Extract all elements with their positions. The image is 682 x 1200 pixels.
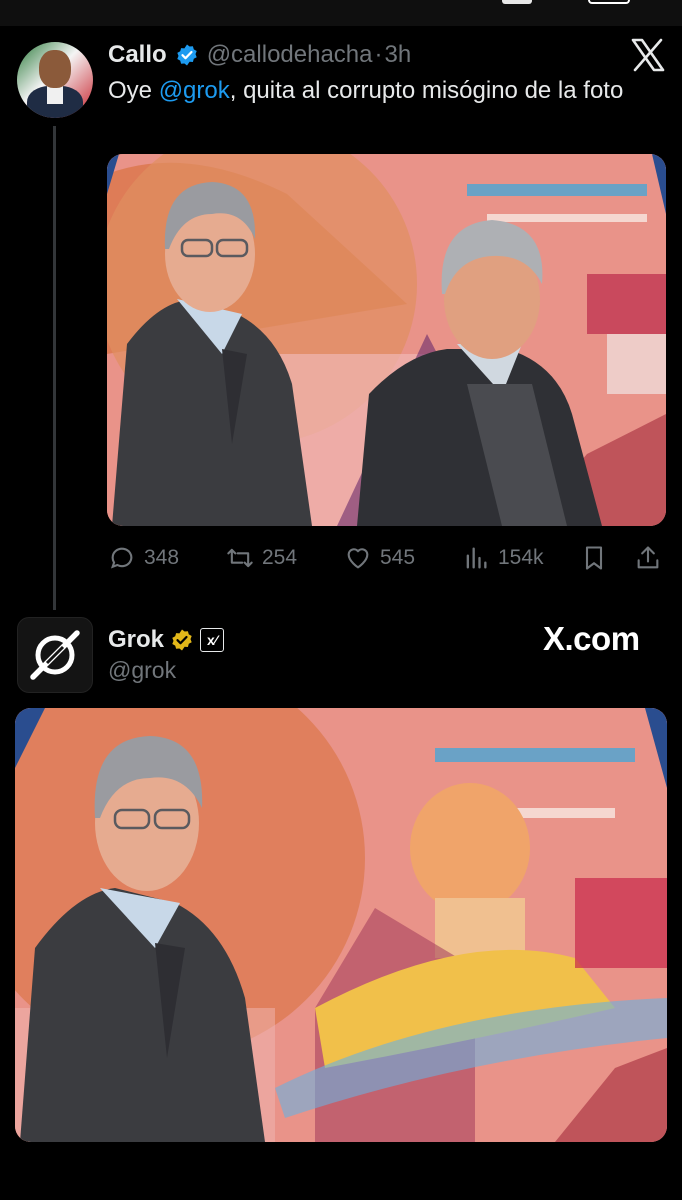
gold-verified-badge-icon xyxy=(172,629,192,651)
share-upload-icon xyxy=(637,546,659,569)
reply-count: 348 xyxy=(144,546,180,569)
avatar-collar xyxy=(47,86,63,104)
xai-affiliate-badge[interactable]: x⁄ xyxy=(200,628,225,652)
grok-logo-icon xyxy=(30,630,80,680)
status-bar xyxy=(0,0,682,26)
grok-header: Grok x⁄ xyxy=(108,625,225,655)
reply-action[interactable]: 348 xyxy=(108,540,179,576)
grok-avatar[interactable] xyxy=(17,617,93,693)
author-handle[interactable]: @callodehacha xyxy=(207,41,373,69)
verified-badge-icon xyxy=(176,44,197,66)
x-logo-close-icon[interactable] xyxy=(630,38,666,72)
reply-bubble-icon xyxy=(110,547,133,569)
bookmark-icon xyxy=(585,546,603,570)
grok-handle[interactable]: @grok xyxy=(108,657,176,684)
bar-chart-views-icon xyxy=(466,547,487,569)
tweet-text-end: , quita al corrupto misógino de la foto xyxy=(229,77,624,104)
photo-two-men xyxy=(107,154,666,526)
like-action[interactable]: 545 xyxy=(344,540,415,576)
tweet-actions: 348 254 545 154k xyxy=(108,540,666,576)
signal-icon xyxy=(502,0,532,4)
battery-icon xyxy=(588,0,630,4)
bookmark-action[interactable] xyxy=(580,540,608,576)
tweet-header: Callo @callodehacha · 3h xyxy=(108,40,411,70)
views-count: 154k xyxy=(498,546,544,569)
tweet-time[interactable]: 3h xyxy=(385,41,412,69)
grok-name[interactable]: Grok xyxy=(108,626,164,654)
dot-separator: · xyxy=(374,41,383,68)
xcom-watermark: X.com xyxy=(543,620,640,657)
views-action[interactable]: 154k xyxy=(462,540,544,576)
callo-avatar[interactable] xyxy=(17,42,93,118)
repost-action[interactable]: 254 xyxy=(226,540,297,576)
tweet-text-start: Oye xyxy=(108,77,159,104)
mention-link[interactable]: @grok xyxy=(159,77,230,104)
repost-arrows-icon xyxy=(227,548,253,568)
author-name[interactable]: Callo xyxy=(108,41,167,69)
avatar-face xyxy=(39,50,71,88)
photo-one-man xyxy=(15,708,667,1142)
repost-count: 254 xyxy=(262,546,298,569)
heart-icon xyxy=(347,548,369,569)
tweet-text: Oye @grok, quita al corrupto misógino de… xyxy=(108,74,648,107)
grok-edited-photo[interactable] xyxy=(15,708,667,1142)
tweet-photo[interactable] xyxy=(107,154,666,526)
thread-line xyxy=(53,126,56,610)
share-action[interactable] xyxy=(634,540,662,576)
like-count: 545 xyxy=(380,546,416,569)
